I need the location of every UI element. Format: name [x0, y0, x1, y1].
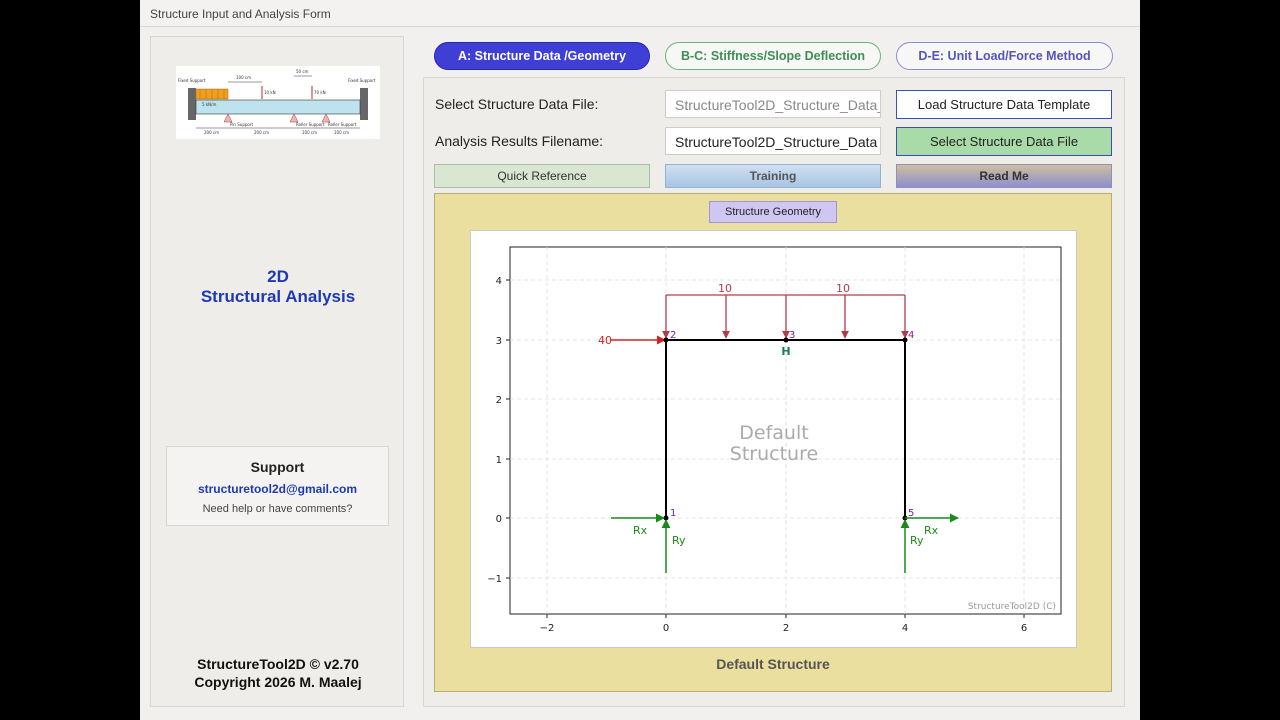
- node-label: 2: [670, 330, 676, 341]
- watermark-line2: Structure: [730, 443, 818, 465]
- watermark-line1: Default: [739, 422, 808, 444]
- app-window: Structure Input and Analysis Form Fixed …: [140, 0, 1140, 720]
- reaction-ry-label: Ry: [672, 534, 686, 547]
- thumb-pin-support: Pin Support: [230, 122, 253, 127]
- udl-label-2: 10: [836, 282, 850, 295]
- thumb-load-2: 70 kN: [314, 90, 326, 95]
- x-tick-label: 0: [663, 623, 669, 634]
- plot-caption: Default Structure: [716, 656, 830, 672]
- support-email-link[interactable]: structuretool2d@gmail.com: [167, 482, 388, 496]
- plot-credit: StructureTool2D (C): [968, 602, 1056, 612]
- node-label: 4: [908, 330, 914, 341]
- app-title: 2D Structural Analysis: [151, 267, 405, 307]
- structure-thumbnail: Fixed Support Fixed Support 100 cm 50 cm…: [176, 66, 380, 139]
- support-help-text: Need help or have comments?: [202, 503, 353, 515]
- x-tick-label: 4: [902, 623, 908, 634]
- results-filename-label: Analysis Results Filename:: [435, 133, 604, 149]
- thumb-roller-support-2: Roller Support: [328, 122, 357, 127]
- copyright: StructureTool2D © v2.70 Copyright 2026 M…: [151, 655, 405, 691]
- reaction-rx-label: Rx: [633, 524, 648, 537]
- data-file-label: Select Structure Data File:: [435, 96, 599, 112]
- structure-plot: −2 0 2 4 6 4 3 2 1 0 −1 Default Structur…: [470, 230, 1077, 648]
- thumb-dim-3: 100 cm: [302, 130, 317, 135]
- thumb-dim-4: 100 cm: [334, 130, 349, 135]
- y-tick-label: 3: [496, 336, 502, 347]
- version-label: StructureTool2D © v2.70: [197, 656, 359, 672]
- y-tick-label: 2: [496, 395, 502, 406]
- thumb-dim-2: 200 cm: [254, 130, 269, 135]
- thumb-roller-support-1: Roller Support: [296, 122, 325, 127]
- x-tick-label: −2: [540, 623, 555, 634]
- training-button[interactable]: Training: [665, 164, 881, 188]
- data-file-field[interactable]: StructureTool2D_Structure_Data_: [665, 90, 881, 118]
- support-box: Support structuretool2d@gmail.com Need h…: [166, 446, 389, 526]
- x-tick-label: 2: [783, 623, 789, 634]
- tab-unit-load[interactable]: D-E: Unit Load/Force Method: [896, 42, 1113, 70]
- thumb-left-support: Fixed Support: [178, 78, 206, 83]
- sidebar: Fixed Support Fixed Support 100 cm 50 cm…: [150, 36, 404, 707]
- udl-label-1: 10: [718, 282, 732, 295]
- y-tick-label: −1: [487, 574, 502, 585]
- tab-stiffness[interactable]: B-C: Stiffness/Slope Deflection: [665, 42, 881, 70]
- title-bar: Structure Input and Analysis Form: [140, 0, 1140, 27]
- structure-geometry-button[interactable]: Structure Geometry: [709, 201, 837, 223]
- window-title: Structure Input and Analysis Form: [150, 7, 331, 21]
- thumb-right-support: Fixed Support: [348, 78, 376, 83]
- thumb-dim-1: 200 cm: [204, 130, 219, 135]
- x-tick-label: 6: [1021, 623, 1027, 634]
- node-label: 1: [670, 508, 676, 519]
- thumb-dim-top-2: 50 cm: [296, 69, 309, 74]
- tab-structure-data[interactable]: A: Structure Data /Geometry: [434, 42, 650, 70]
- node-label: 3: [789, 330, 795, 341]
- y-tick-label: 1: [496, 455, 502, 466]
- thumb-dim-top-1: 100 cm: [236, 75, 251, 80]
- hinge-label: H: [781, 345, 790, 358]
- y-tick-label: 4: [496, 276, 502, 287]
- quick-reference-button[interactable]: Quick Reference: [434, 164, 650, 188]
- load-template-button[interactable]: Load Structure Data Template: [896, 90, 1112, 119]
- y-tick-label: 0: [496, 514, 502, 525]
- point-load-label: 40: [598, 334, 612, 347]
- support-title: Support: [250, 459, 305, 475]
- reaction-ry-label: Ry: [910, 534, 924, 547]
- copyright-label: Copyright 2026 M. Maalej: [194, 674, 362, 690]
- app-title-line2: Structural Analysis: [200, 287, 356, 306]
- reaction-rx-label: Rx: [924, 524, 939, 537]
- select-data-file-button[interactable]: Select Structure Data File: [896, 127, 1112, 156]
- thumb-dist-load: 5 kN/m: [202, 102, 216, 107]
- app-title-line1: 2D: [267, 267, 289, 286]
- thumb-load-1: 10 kN: [264, 90, 276, 95]
- read-me-button[interactable]: Read Me: [896, 164, 1112, 188]
- results-filename-input[interactable]: StructureTool2D_Structure_Data: [665, 127, 881, 155]
